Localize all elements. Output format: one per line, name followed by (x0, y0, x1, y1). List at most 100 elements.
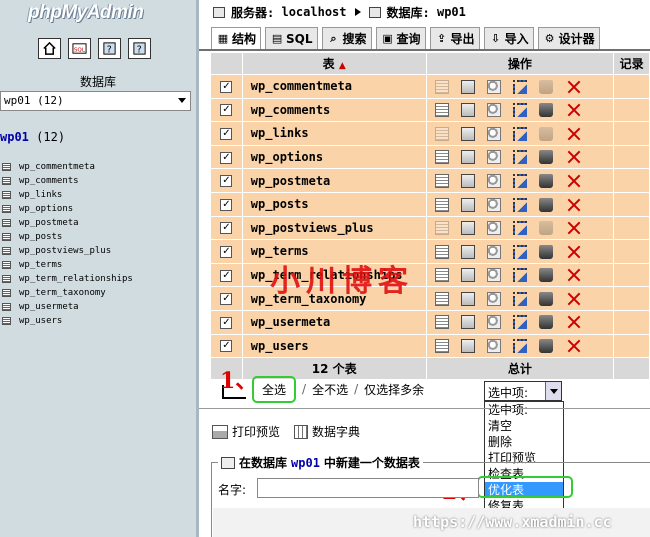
insert-icon[interactable] (512, 79, 527, 94)
structure-icon[interactable] (460, 103, 475, 118)
table-icon[interactable] (2, 303, 11, 311)
sql-icon[interactable]: SQL (68, 38, 91, 59)
sidebar-table-item[interactable]: wp_comments (2, 174, 133, 188)
search-icon[interactable] (486, 221, 501, 236)
sidebar-table-item[interactable]: wp_postviews_plus (2, 244, 133, 258)
empty-table-icon[interactable] (538, 291, 553, 306)
insert-icon[interactable] (512, 244, 527, 259)
tab-2[interactable]: ⌕ 搜索 (321, 27, 372, 49)
drop-table-icon[interactable] (567, 268, 581, 282)
browse-icon[interactable] (434, 339, 449, 354)
drop-table-icon[interactable] (567, 292, 581, 306)
row-checkbox[interactable]: ✓ (220, 175, 233, 188)
sidebar-table-item[interactable]: wp_links (2, 188, 133, 202)
insert-icon[interactable] (512, 197, 527, 212)
search-icon[interactable] (486, 244, 501, 259)
check-all-link[interactable]: 全选 (252, 375, 297, 403)
home-icon[interactable] (38, 38, 61, 59)
row-table-name[interactable]: wp_links (241, 121, 427, 146)
browse-icon[interactable] (434, 79, 449, 94)
table-icon[interactable] (2, 289, 11, 297)
row-checkbox[interactable]: ✓ (220, 293, 233, 306)
drop-table-icon[interactable] (567, 339, 581, 353)
browse-icon[interactable] (434, 315, 449, 330)
browse-icon[interactable] (434, 103, 449, 118)
table-icon[interactable] (2, 219, 11, 227)
sidebar-table-item[interactable]: wp_postmeta (2, 216, 133, 230)
row-table-name[interactable]: wp_comments (241, 97, 427, 123)
tab-6[interactable]: ⚙ 设计器 (537, 27, 600, 49)
row-table-name[interactable]: wp_postmeta (241, 168, 427, 193)
insert-icon[interactable] (512, 126, 527, 141)
search-icon[interactable] (486, 126, 501, 141)
uncheck-all-link[interactable]: 全不选 (312, 381, 348, 398)
row-checkbox[interactable]: ✓ (220, 269, 233, 282)
browse-icon[interactable] (434, 197, 449, 212)
row-checkbox[interactable]: ✓ (220, 151, 233, 164)
tab-4[interactable]: ⇪ 导出 (429, 27, 480, 49)
insert-icon[interactable] (512, 173, 527, 188)
row-table-name[interactable]: wp_users (241, 333, 427, 359)
row-checkbox[interactable]: ✓ (220, 340, 233, 353)
drop-table-icon[interactable] (567, 221, 581, 235)
sidebar-table-item[interactable]: wp_term_relationships (2, 272, 133, 286)
empty-table-icon[interactable] (538, 79, 553, 94)
with-selected-dropdown[interactable]: 选中项: (484, 381, 562, 401)
sidebar-table-item[interactable]: wp_commentmeta (2, 160, 133, 174)
table-icon[interactable] (2, 191, 11, 199)
browse-icon[interactable] (434, 268, 449, 283)
empty-table-icon[interactable] (538, 150, 553, 165)
table-icon[interactable] (2, 177, 11, 185)
row-checkbox[interactable]: ✓ (220, 198, 233, 211)
search-icon[interactable] (486, 150, 501, 165)
insert-icon[interactable] (512, 339, 527, 354)
database-select[interactable]: wp01 (12) (0, 91, 191, 111)
header-records[interactable]: 记录 (613, 52, 650, 75)
sidebar-table-name[interactable]: wp_options (19, 204, 73, 214)
sidebar-table-name[interactable]: wp_terms (19, 260, 62, 270)
row-checkbox[interactable]: ✓ (220, 245, 233, 258)
search-icon[interactable] (486, 103, 501, 118)
drop-table-icon[interactable] (567, 80, 581, 94)
table-icon[interactable] (2, 275, 11, 283)
insert-icon[interactable] (512, 103, 527, 118)
table-icon[interactable] (2, 163, 11, 171)
structure-icon[interactable] (460, 315, 475, 330)
table-icon[interactable] (2, 317, 11, 325)
row-table-name[interactable]: wp_commentmeta (241, 74, 427, 99)
search-icon[interactable] (486, 291, 501, 306)
search-icon[interactable] (486, 79, 501, 94)
sidebar-table-item[interactable]: wp_term_taxonomy (2, 286, 133, 300)
empty-table-icon[interactable] (538, 173, 553, 188)
sidebar-table-name[interactable]: wp_usermeta (19, 302, 79, 312)
header-table[interactable]: 表 ▲ (241, 52, 427, 75)
search-icon[interactable] (486, 268, 501, 283)
browse-icon[interactable] (434, 221, 449, 236)
structure-icon[interactable] (460, 197, 475, 212)
sidebar-table-name[interactable]: wp_links (19, 190, 62, 200)
drop-table-icon[interactable] (567, 103, 581, 117)
row-checkbox[interactable]: ✓ (220, 127, 233, 140)
browse-icon[interactable] (434, 126, 449, 141)
row-table-name[interactable]: wp_posts (241, 191, 427, 217)
search-icon[interactable] (486, 339, 501, 354)
empty-table-icon[interactable] (538, 315, 553, 330)
structure-icon[interactable] (460, 244, 475, 259)
tab-3[interactable]: ▣ 查询 (375, 27, 426, 49)
chevron-down-icon[interactable] (545, 382, 561, 400)
table-icon[interactable] (2, 233, 11, 241)
table-icon[interactable] (2, 205, 11, 213)
empty-table-icon[interactable] (538, 339, 553, 354)
empty-table-icon[interactable] (538, 126, 553, 141)
database-title[interactable]: wp01 (12) (0, 130, 65, 144)
breadcrumb-db[interactable]: wp01 (437, 5, 466, 19)
structure-icon[interactable] (460, 339, 475, 354)
browse-icon[interactable] (434, 291, 449, 306)
sidebar-table-name[interactable]: wp_term_taxonomy (19, 288, 106, 298)
structure-icon[interactable] (460, 291, 475, 306)
empty-table-icon[interactable] (538, 221, 553, 236)
drop-table-icon[interactable] (567, 315, 581, 329)
phpmyadmin-logo[interactable]: phpMyAdmin (28, 2, 144, 24)
browse-icon[interactable] (434, 244, 449, 259)
search-icon[interactable] (486, 173, 501, 188)
